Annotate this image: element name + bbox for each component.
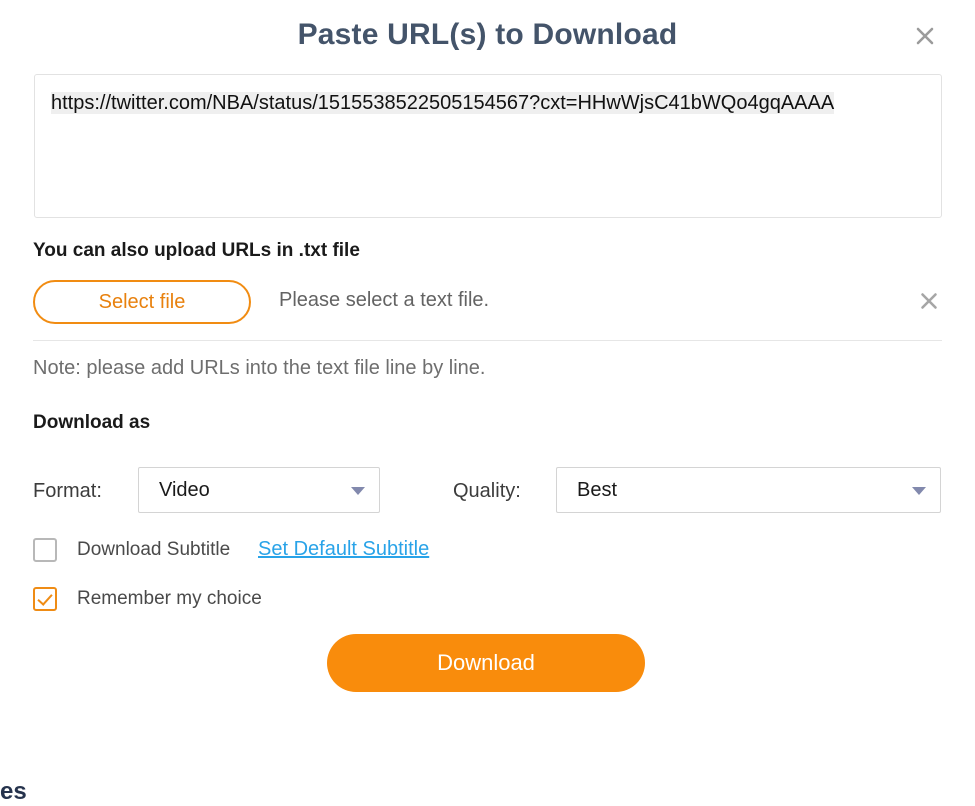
download-button[interactable]: Download — [327, 634, 645, 692]
select-file-button[interactable]: Select file — [33, 280, 251, 324]
download-subtitle-label: Download Subtitle — [77, 539, 231, 560]
format-select-value: Video — [159, 479, 210, 501]
clear-file-close-icon[interactable] — [916, 288, 942, 314]
file-select-row: Select file Please select a text file. — [33, 280, 942, 326]
remember-my-choice-checkbox[interactable] — [33, 587, 57, 611]
url-input[interactable]: https://twitter.com/NBA/status/151553852… — [34, 74, 942, 218]
paste-url-dialog: Paste URL(s) to Download https://twitter… — [0, 0, 975, 740]
download-subtitle-checkbox[interactable] — [33, 538, 57, 562]
upload-section-heading: You can also upload URLs in .txt file — [33, 240, 360, 261]
close-icon[interactable] — [911, 22, 939, 50]
page-title: Paste URL(s) to Download — [297, 18, 678, 51]
remember-my-choice-label: Remember my choice — [77, 588, 262, 609]
quality-label: Quality: — [453, 480, 521, 502]
dialog-header: Paste URL(s) to Download — [0, 0, 975, 72]
download-as-heading: Download as — [33, 412, 151, 433]
url-input-value: https://twitter.com/NBA/status/151553852… — [51, 92, 835, 114]
set-default-subtitle-link[interactable]: Set Default Subtitle — [258, 538, 429, 561]
quality-select[interactable]: Best — [556, 467, 941, 513]
format-select[interactable]: Video — [138, 467, 380, 513]
file-status-text: Please select a text file. — [279, 289, 490, 311]
chevron-down-icon — [912, 487, 926, 495]
quality-select-value: Best — [577, 479, 618, 501]
chevron-down-icon — [351, 487, 365, 495]
upload-note: Note: please add URLs into the text file… — [33, 357, 486, 379]
format-label: Format: — [33, 480, 102, 502]
section-divider — [33, 340, 942, 341]
